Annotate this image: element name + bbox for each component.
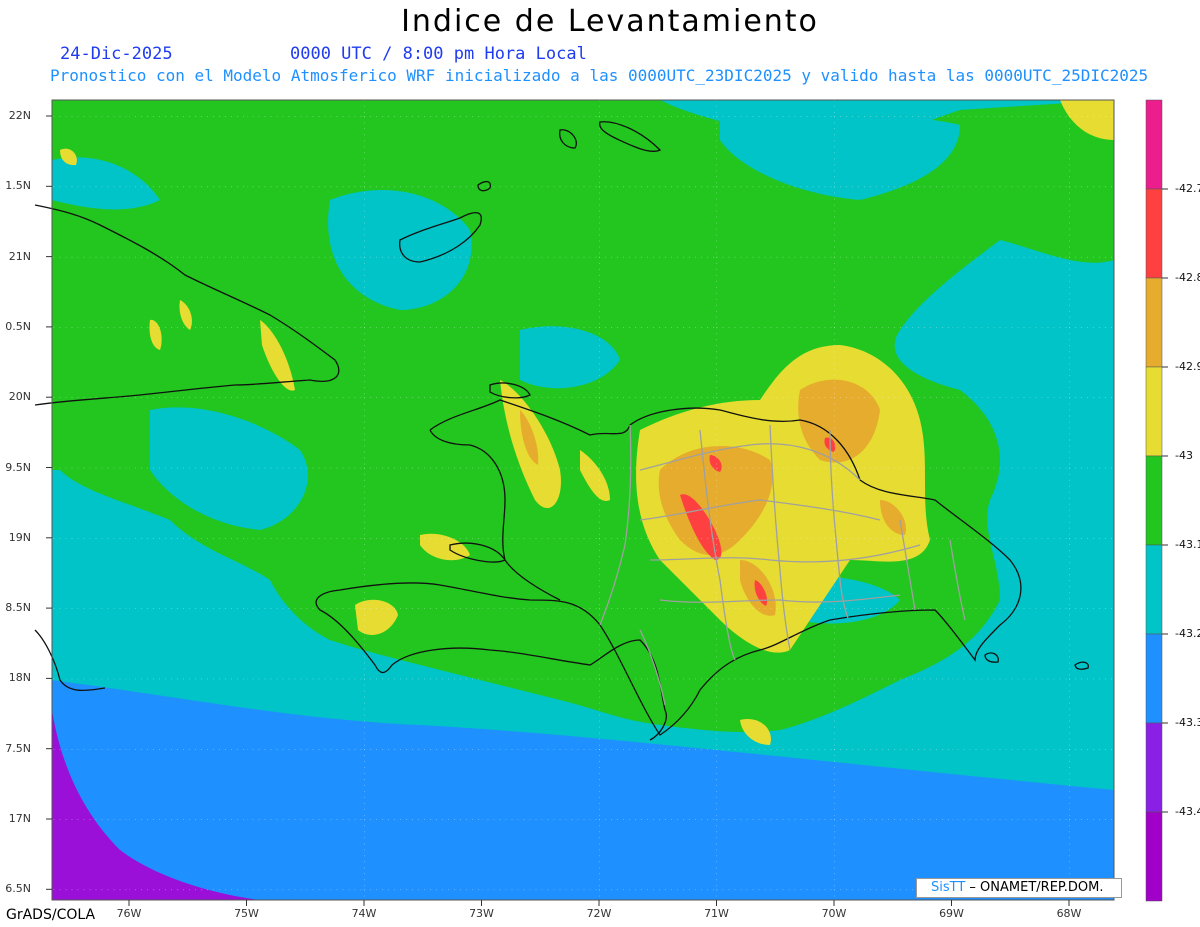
longitude-label: 68W bbox=[1056, 907, 1082, 920]
colorbar-label: -42.7 bbox=[1175, 182, 1200, 195]
longitude-label: 71W bbox=[704, 907, 729, 920]
credit-brand: SisTT bbox=[931, 880, 966, 895]
colorbar-segment bbox=[1145, 722, 1163, 813]
latitude-label: 21N bbox=[8, 249, 31, 263]
latitude-label: 6.5N bbox=[5, 882, 31, 896]
latitude-label: 8.5N bbox=[5, 601, 31, 615]
latitude-label: 1.5N bbox=[5, 179, 31, 193]
colorbar-label: -43.3 bbox=[1175, 716, 1200, 729]
forecast-date: 24-Dic-2025 bbox=[60, 44, 173, 64]
longitude-label: 76W bbox=[116, 907, 142, 920]
colorbar-segment bbox=[1145, 366, 1163, 457]
colorbar-label: -43.1 bbox=[1175, 538, 1200, 551]
latitude-label: 7.5N bbox=[5, 741, 31, 755]
colorbar-segment bbox=[1145, 633, 1163, 724]
colorbar-segment bbox=[1145, 455, 1163, 546]
credit-text: – ONAMET/REP.DOM. bbox=[965, 880, 1104, 895]
colorbar bbox=[1145, 99, 1168, 902]
forecast-time: 0000 UTC / 8:00 pm Hora Local bbox=[290, 44, 587, 64]
latitude-label: 17N bbox=[8, 812, 31, 825]
colorbar-segment bbox=[1145, 99, 1163, 190]
colorbar-segment bbox=[1145, 544, 1163, 635]
latitude-label: 18N bbox=[8, 671, 31, 685]
colorbar-label: -43.2 bbox=[1175, 627, 1200, 640]
colorbar-label: -43 bbox=[1175, 449, 1193, 462]
colorbar-segment bbox=[1145, 811, 1163, 902]
latitude-label: 22N bbox=[8, 109, 31, 122]
latitude-label: 20N bbox=[8, 390, 31, 404]
latitude-label: 19N bbox=[8, 530, 31, 544]
colorbar-segment bbox=[1145, 188, 1163, 279]
longitude-label: 69W bbox=[939, 907, 964, 920]
credit-box: SisTT – ONAMET/REP.DOM. bbox=[916, 878, 1122, 898]
latitude-label: 0.5N bbox=[5, 319, 31, 333]
colorbar-label: -43.4 bbox=[1175, 805, 1200, 818]
lifted-index-map bbox=[34, 99, 1168, 906]
longitude-label: 74W bbox=[351, 907, 377, 920]
colorbar-label: -42.8 bbox=[1175, 271, 1200, 284]
page-title: Indice de Levantamiento bbox=[401, 4, 819, 39]
longitude-label: 70W bbox=[821, 907, 847, 920]
forecast-subtitle: Pronostico con el Modelo Atmosferico WRF… bbox=[50, 66, 1149, 85]
map-field bbox=[52, 100, 1114, 900]
latitude-label: 9.5N bbox=[5, 460, 31, 474]
software-credit: GrADS/COLA bbox=[6, 907, 96, 923]
longitude-label: 75W bbox=[234, 907, 259, 920]
longitude-label: 73W bbox=[469, 907, 494, 920]
colorbar-label: -42.9 bbox=[1175, 360, 1200, 373]
colorbar-segment bbox=[1145, 277, 1163, 368]
longitude-label: 72W bbox=[586, 907, 612, 920]
